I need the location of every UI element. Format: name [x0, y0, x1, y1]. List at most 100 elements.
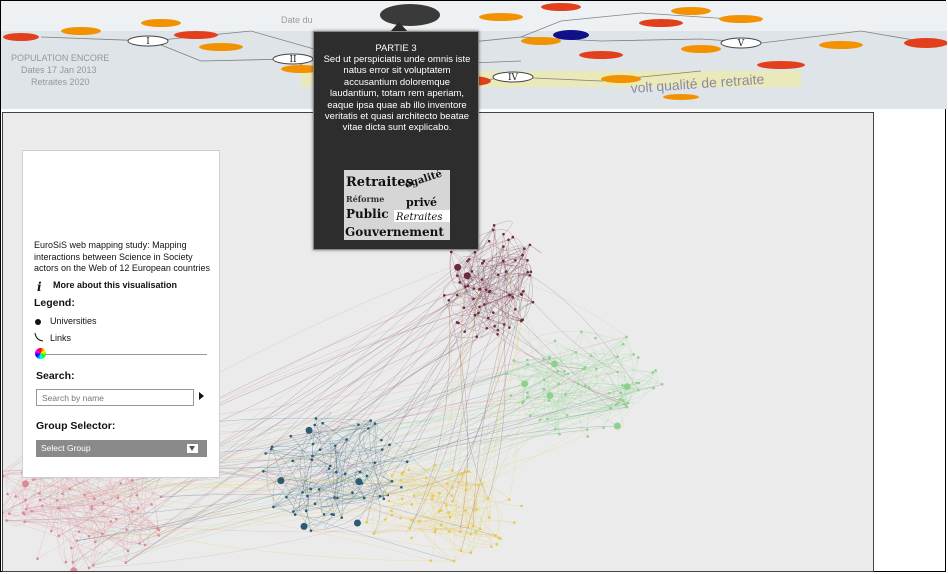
- graph-node: [309, 487, 313, 491]
- graph-node: [459, 549, 463, 553]
- link-curve-icon: [34, 332, 44, 342]
- graph-node: [478, 288, 481, 291]
- banner-roman-1: I: [146, 37, 150, 47]
- graph-node: [380, 438, 383, 442]
- graph-node: [626, 401, 630, 405]
- graph-node: [502, 245, 505, 248]
- graph-node: [654, 369, 657, 372]
- graph-node: [429, 559, 432, 562]
- group-select-value: Select Group: [41, 443, 91, 453]
- graph-node: [493, 325, 496, 328]
- graph-node: [306, 494, 309, 498]
- banner-roman-5: V: [737, 39, 745, 49]
- graph-node: [143, 543, 147, 547]
- graph-node: [24, 498, 27, 502]
- graph-node: [526, 270, 530, 274]
- graph-node: [332, 513, 336, 516]
- graph-node: [531, 300, 535, 304]
- graph-node: [486, 316, 490, 320]
- graph-node: [402, 470, 405, 474]
- graph-node: [380, 448, 384, 451]
- info-icon[interactable]: i: [37, 280, 42, 294]
- graph-node: [292, 510, 295, 513]
- graph-node: [463, 272, 471, 280]
- graph-node: [30, 509, 33, 513]
- graph-node: [473, 251, 477, 254]
- graph-node: [509, 394, 513, 397]
- graph-node: [460, 471, 464, 475]
- graph-node: [400, 497, 404, 501]
- graph-node: [511, 295, 514, 299]
- graph-node: [322, 513, 326, 516]
- node-tooltip: PARTIE 3 Sed ut perspiciatis unde omnis …: [313, 31, 479, 250]
- graph-node: [457, 480, 460, 484]
- svg-text:Dates 17 Jan 2013: Dates 17 Jan 2013: [21, 65, 97, 75]
- graph-node: [119, 482, 122, 485]
- group-select-dropdown[interactable]: Select Group: [36, 440, 207, 457]
- graph-node: [425, 476, 428, 480]
- graph-link: [315, 246, 504, 419]
- graph-node: [467, 257, 471, 261]
- banner-roman-4: IV: [508, 73, 519, 83]
- graph-node: [70, 546, 73, 550]
- graph-node: [40, 504, 44, 508]
- graph-node: [621, 342, 625, 346]
- search-go-arrow-icon[interactable]: [199, 392, 204, 400]
- graph-node: [526, 358, 529, 362]
- graph-node: [548, 355, 551, 359]
- graph-node: [448, 530, 451, 533]
- graph-node: [138, 542, 141, 545]
- graph-node: [390, 509, 393, 513]
- graph-node: [542, 387, 546, 391]
- color-slider-track[interactable]: [45, 354, 207, 355]
- graph-node: [334, 470, 338, 474]
- graph-node: [447, 298, 451, 302]
- graph-node: [38, 492, 41, 495]
- graph-node: [514, 258, 517, 262]
- graph-node: [652, 386, 655, 390]
- graph-node: [519, 292, 523, 296]
- graph-node: [474, 508, 478, 511]
- graph-node: [565, 414, 569, 417]
- graph-node: [529, 270, 533, 274]
- graph-node: [135, 493, 139, 497]
- graph-node: [475, 335, 479, 339]
- graph-node: [57, 506, 60, 510]
- graph-node: [501, 259, 505, 263]
- graph-node: [558, 432, 561, 436]
- graph-node: [345, 438, 348, 441]
- graph-node: [399, 516, 402, 520]
- graph-node: [372, 532, 375, 535]
- graph-node: [553, 339, 557, 343]
- graph-node: [314, 417, 318, 420]
- graph-node: [492, 224, 496, 227]
- graph-node: [624, 404, 628, 407]
- graph-node: [101, 532, 104, 535]
- graph-node: [507, 293, 511, 297]
- graph-node: [32, 478, 35, 481]
- graph-node: [464, 509, 467, 512]
- legend-links-label: Links: [50, 333, 72, 343]
- graph-node: [124, 561, 128, 564]
- graph-node: [451, 485, 454, 489]
- graph-node: [156, 526, 160, 530]
- hovered-node-iii[interactable]: [380, 4, 440, 26]
- graph-node: [513, 308, 517, 311]
- graph-node: [608, 391, 611, 395]
- graph-node: [64, 560, 68, 564]
- graph-node: [358, 470, 362, 474]
- graph-node: [616, 370, 619, 374]
- search-input[interactable]: [36, 389, 194, 406]
- dropdown-arrow-icon[interactable]: [187, 444, 198, 453]
- graph-node: [557, 382, 560, 386]
- graph-node: [473, 313, 477, 317]
- graph-node: [494, 534, 497, 537]
- graph-node: [525, 391, 529, 395]
- graph-node: [90, 507, 94, 511]
- graph-node: [366, 427, 370, 430]
- graph-node: [474, 530, 477, 534]
- more-about-link[interactable]: More about this visualisation: [53, 280, 177, 290]
- graph-node: [455, 274, 459, 277]
- graph-node: [499, 537, 502, 541]
- graph-node: [14, 495, 18, 498]
